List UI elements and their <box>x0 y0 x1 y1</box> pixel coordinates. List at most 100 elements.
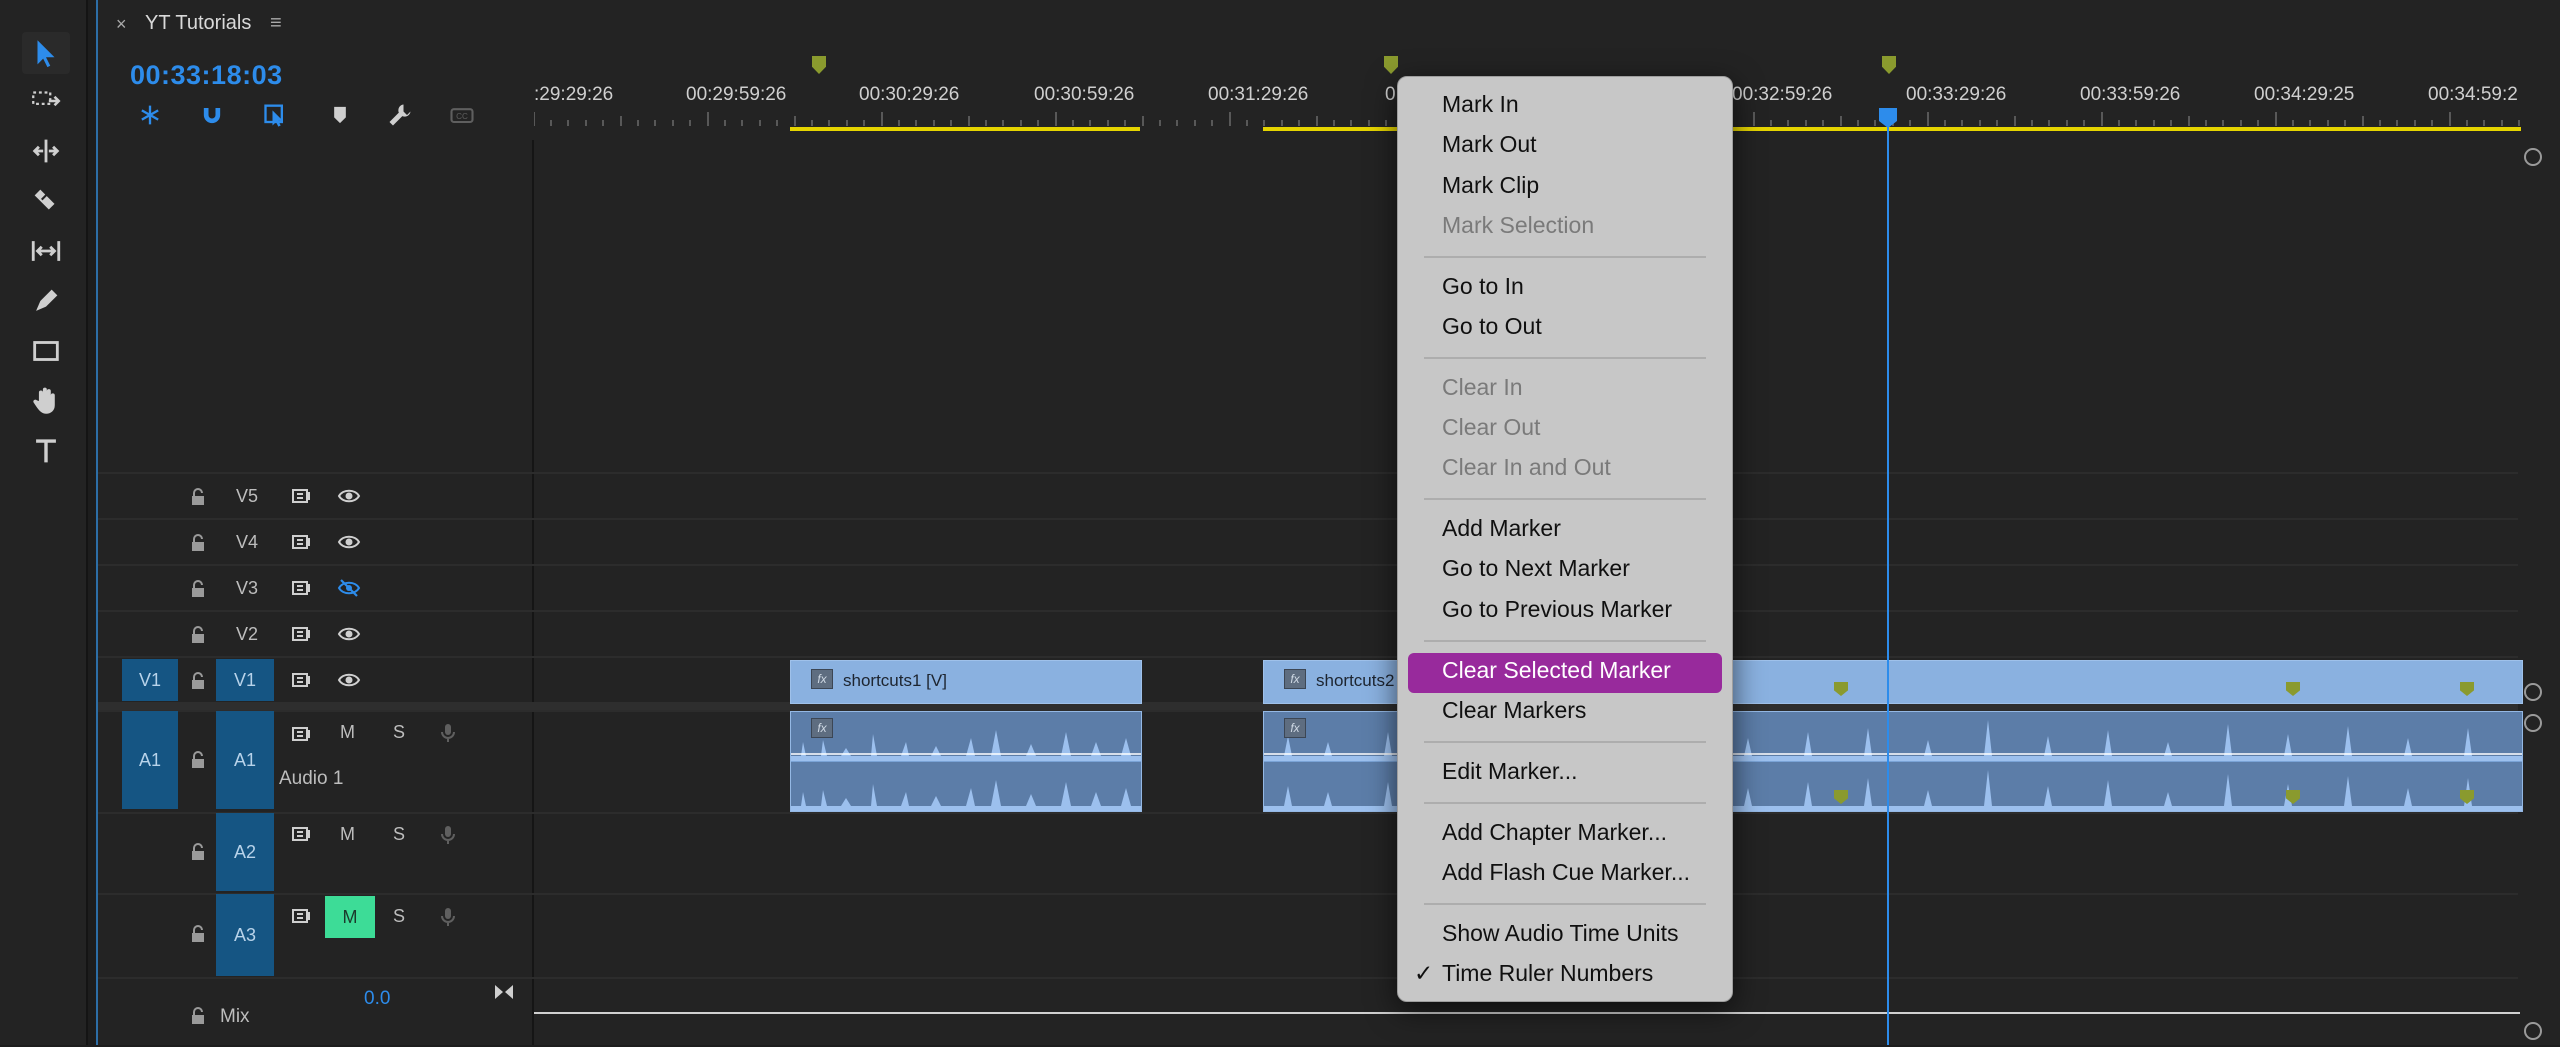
clip-name: shortcuts1 [V] <box>843 671 947 690</box>
pen-tool-icon[interactable] <box>22 280 70 322</box>
mix-collapse-icon[interactable] <box>492 980 516 1004</box>
sync-lock-icon[interactable] <box>288 484 314 508</box>
playhead-line[interactable] <box>1887 112 1889 1045</box>
sync-lock-icon[interactable] <box>288 904 314 928</box>
ripple-edit-tool-icon[interactable] <box>22 130 70 172</box>
video-clip-shortcuts1[interactable]: fx shortcuts1 [V] <box>790 660 1142 704</box>
eye-icon[interactable] <box>336 622 362 646</box>
zoom-handle-icon[interactable] <box>2524 1022 2542 1040</box>
sequence-tab-title[interactable]: YT Tutorials <box>145 12 251 35</box>
sync-lock-icon[interactable] <box>288 722 314 746</box>
menu-item-edit-marker[interactable]: Edit Marker... <box>1442 758 1577 785</box>
audio-clip-shortcuts1[interactable]: fx <box>790 711 1142 812</box>
menu-separator <box>1424 357 1706 359</box>
track-name-v2[interactable]: V2 <box>236 624 258 645</box>
menu-item-mark-clip[interactable]: Mark Clip <box>1442 172 1539 199</box>
insert-overwrite-sequences-icon[interactable] <box>132 98 168 132</box>
solo-button[interactable]: S <box>393 824 405 845</box>
eye-icon[interactable] <box>336 530 362 554</box>
menu-item-time-ruler-numbers[interactable]: Time Ruler Numbers <box>1442 960 1653 987</box>
add-marker-icon[interactable] <box>322 98 358 132</box>
menu-item-add-marker[interactable]: Add Marker <box>1442 515 1561 542</box>
menu-item-add-flash-cue-marker[interactable]: Add Flash Cue Marker... <box>1442 859 1690 886</box>
menu-item-clear-markers[interactable]: Clear Markers <box>1442 697 1586 724</box>
microphone-icon[interactable] <box>436 720 460 746</box>
menu-item-show-audio-time-units[interactable]: Show Audio Time Units <box>1442 920 1679 947</box>
razor-tool-icon[interactable] <box>22 180 70 222</box>
microphone-icon[interactable] <box>436 904 460 930</box>
ruler-tick-label: 00:31:29:26 <box>1208 84 1309 105</box>
menu-item-go-to-in[interactable]: Go to In <box>1442 273 1524 300</box>
track-lock-icon[interactable] <box>186 669 210 693</box>
source-patch-v1[interactable]: V1 <box>122 659 178 701</box>
menu-item-clear-selected-marker[interactable]: Clear Selected Marker <box>1442 657 1671 684</box>
track-name-v5[interactable]: V5 <box>236 486 258 507</box>
audio-track-name[interactable]: Audio 1 <box>279 768 343 790</box>
playhead-timecode[interactable]: 00:33:18:03 <box>130 60 283 91</box>
solo-button[interactable]: S <box>393 722 405 743</box>
menu-separator <box>1424 640 1706 642</box>
eye-icon[interactable] <box>336 484 362 508</box>
timeline-settings-wrench-icon[interactable] <box>382 98 418 132</box>
track-lock-icon[interactable] <box>186 623 210 647</box>
track-lock-icon[interactable] <box>186 577 210 601</box>
track-target-v1[interactable]: V1 <box>216 659 274 701</box>
mute-button[interactable]: M <box>340 722 355 743</box>
captions-icon[interactable]: CC <box>444 98 480 132</box>
zoom-handle-icon[interactable] <box>2524 714 2542 732</box>
sync-lock-icon[interactable] <box>288 576 314 600</box>
track-target-a2[interactable]: A2 <box>216 813 274 891</box>
track-lock-icon[interactable] <box>186 531 210 555</box>
menu-separator <box>1424 903 1706 905</box>
mix-volume-value[interactable]: 0.0 <box>364 988 390 1010</box>
track-select-tool-icon[interactable] <box>22 80 70 122</box>
panel-menu-icon[interactable]: ≡ <box>270 12 282 35</box>
in-out-range-bar[interactable] <box>790 127 1140 131</box>
track-lock-icon[interactable] <box>186 1004 210 1028</box>
menu-item-go-to-out[interactable]: Go to Out <box>1442 313 1542 340</box>
empty-header-area <box>98 140 532 472</box>
sync-lock-icon[interactable] <box>288 668 314 692</box>
eye-icon[interactable] <box>336 668 362 692</box>
sync-lock-icon[interactable] <box>288 622 314 646</box>
track-lock-icon[interactable] <box>186 922 210 946</box>
mix-track-label: Mix <box>220 1006 250 1027</box>
track-lock-icon[interactable] <box>186 840 210 864</box>
hand-tool-icon[interactable] <box>22 380 70 422</box>
sync-lock-icon[interactable] <box>288 822 314 846</box>
microphone-icon[interactable] <box>436 822 460 848</box>
menu-item-add-chapter-marker[interactable]: Add Chapter Marker... <box>1442 819 1667 846</box>
menu-item-go-to-previous-marker[interactable]: Go to Previous Marker <box>1442 596 1672 623</box>
mix-volume-line[interactable] <box>534 1012 2520 1014</box>
type-tool-icon[interactable] <box>22 430 70 472</box>
source-patch-a1[interactable]: A1 <box>122 711 178 809</box>
ruler-tick-label: 00:30:29:26 <box>859 84 960 105</box>
mute-button-active[interactable]: M <box>325 896 375 938</box>
eye-hidden-icon[interactable] <box>336 576 362 600</box>
menu-item-mark-out[interactable]: Mark Out <box>1442 131 1537 158</box>
snap-magnet-icon[interactable] <box>194 98 230 132</box>
slip-tool-icon[interactable] <box>22 230 70 272</box>
track-lock-icon[interactable] <box>186 748 210 772</box>
linked-selection-icon[interactable] <box>258 98 294 132</box>
selection-tool-icon[interactable] <box>22 32 70 74</box>
track-name-v3[interactable]: V3 <box>236 578 258 599</box>
track-name-v4[interactable]: V4 <box>236 532 258 553</box>
zoom-handle-icon[interactable] <box>2524 148 2542 166</box>
solo-button[interactable]: S <box>393 906 405 927</box>
track-lock-icon[interactable] <box>186 485 210 509</box>
audio-waveform <box>791 712 1141 811</box>
sync-lock-icon[interactable] <box>288 530 314 554</box>
svg-text:CC: CC <box>456 112 468 121</box>
close-tab-icon[interactable]: × <box>116 14 127 35</box>
track-row-a2 <box>98 812 2518 894</box>
menu-item-clear-in: Clear In <box>1442 374 1523 400</box>
menu-item-go-to-next-marker[interactable]: Go to Next Marker <box>1442 555 1630 582</box>
rectangle-tool-icon[interactable] <box>22 330 70 372</box>
track-target-a1[interactable]: A1 <box>216 711 274 809</box>
track-target-a3[interactable]: A3 <box>216 894 274 976</box>
menu-item-mark-in[interactable]: Mark In <box>1442 91 1519 118</box>
menu-separator <box>1424 256 1706 258</box>
mute-button[interactable]: M <box>340 824 355 845</box>
zoom-handle-icon[interactable] <box>2524 683 2542 701</box>
